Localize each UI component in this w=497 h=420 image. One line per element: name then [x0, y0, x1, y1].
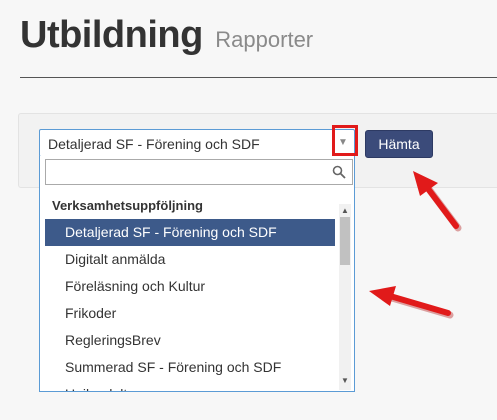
dropdown-search	[45, 159, 353, 185]
option-list: Detaljerad SF - Förening och SDF Digital…	[45, 219, 335, 391]
option-item[interactable]: Frikoder	[45, 300, 335, 327]
fetch-button[interactable]: Hämta	[365, 130, 433, 158]
scroll-thumb[interactable]	[340, 217, 350, 265]
report-select-value: Detaljerad SF - Förening och SDF	[48, 136, 260, 152]
option-item[interactable]: Detaljerad SF - Förening och SDF	[45, 219, 335, 246]
report-select[interactable]: Detaljerad SF - Förening och SDF ▼	[39, 129, 355, 157]
page-subtitle: Rapporter	[215, 27, 314, 52]
page-title: Utbildning Rapporter	[20, 14, 313, 57]
annotation-arrow-to-list	[369, 286, 454, 319]
page-title-main: Utbildning	[20, 14, 203, 56]
annotation-highlight-box	[332, 125, 358, 156]
scroll-down-icon[interactable]: ▼	[339, 376, 351, 386]
option-group-label: Verksamhetsuppföljning	[52, 198, 203, 213]
page: Utbildning Rapporter Detaljerad SF - För…	[0, 0, 497, 420]
dropdown-search-input[interactable]	[46, 160, 326, 184]
option-item[interactable]: Unika deltagare	[45, 381, 335, 391]
header-divider	[20, 77, 497, 78]
scroll-up-icon[interactable]: ▲	[339, 206, 351, 216]
report-dropdown: Verksamhetsuppföljning Detaljerad SF - F…	[39, 156, 355, 392]
dropdown-scrollbar[interactable]: ▲ ▼	[339, 204, 351, 390]
option-item[interactable]: Summerad SF - Förening och SDF	[45, 354, 335, 381]
option-item[interactable]: Digitalt anmälda	[45, 246, 335, 273]
search-icon	[332, 165, 346, 179]
option-item[interactable]: RegleringsBrev	[45, 327, 335, 354]
option-item[interactable]: Föreläsning och Kultur	[45, 273, 335, 300]
